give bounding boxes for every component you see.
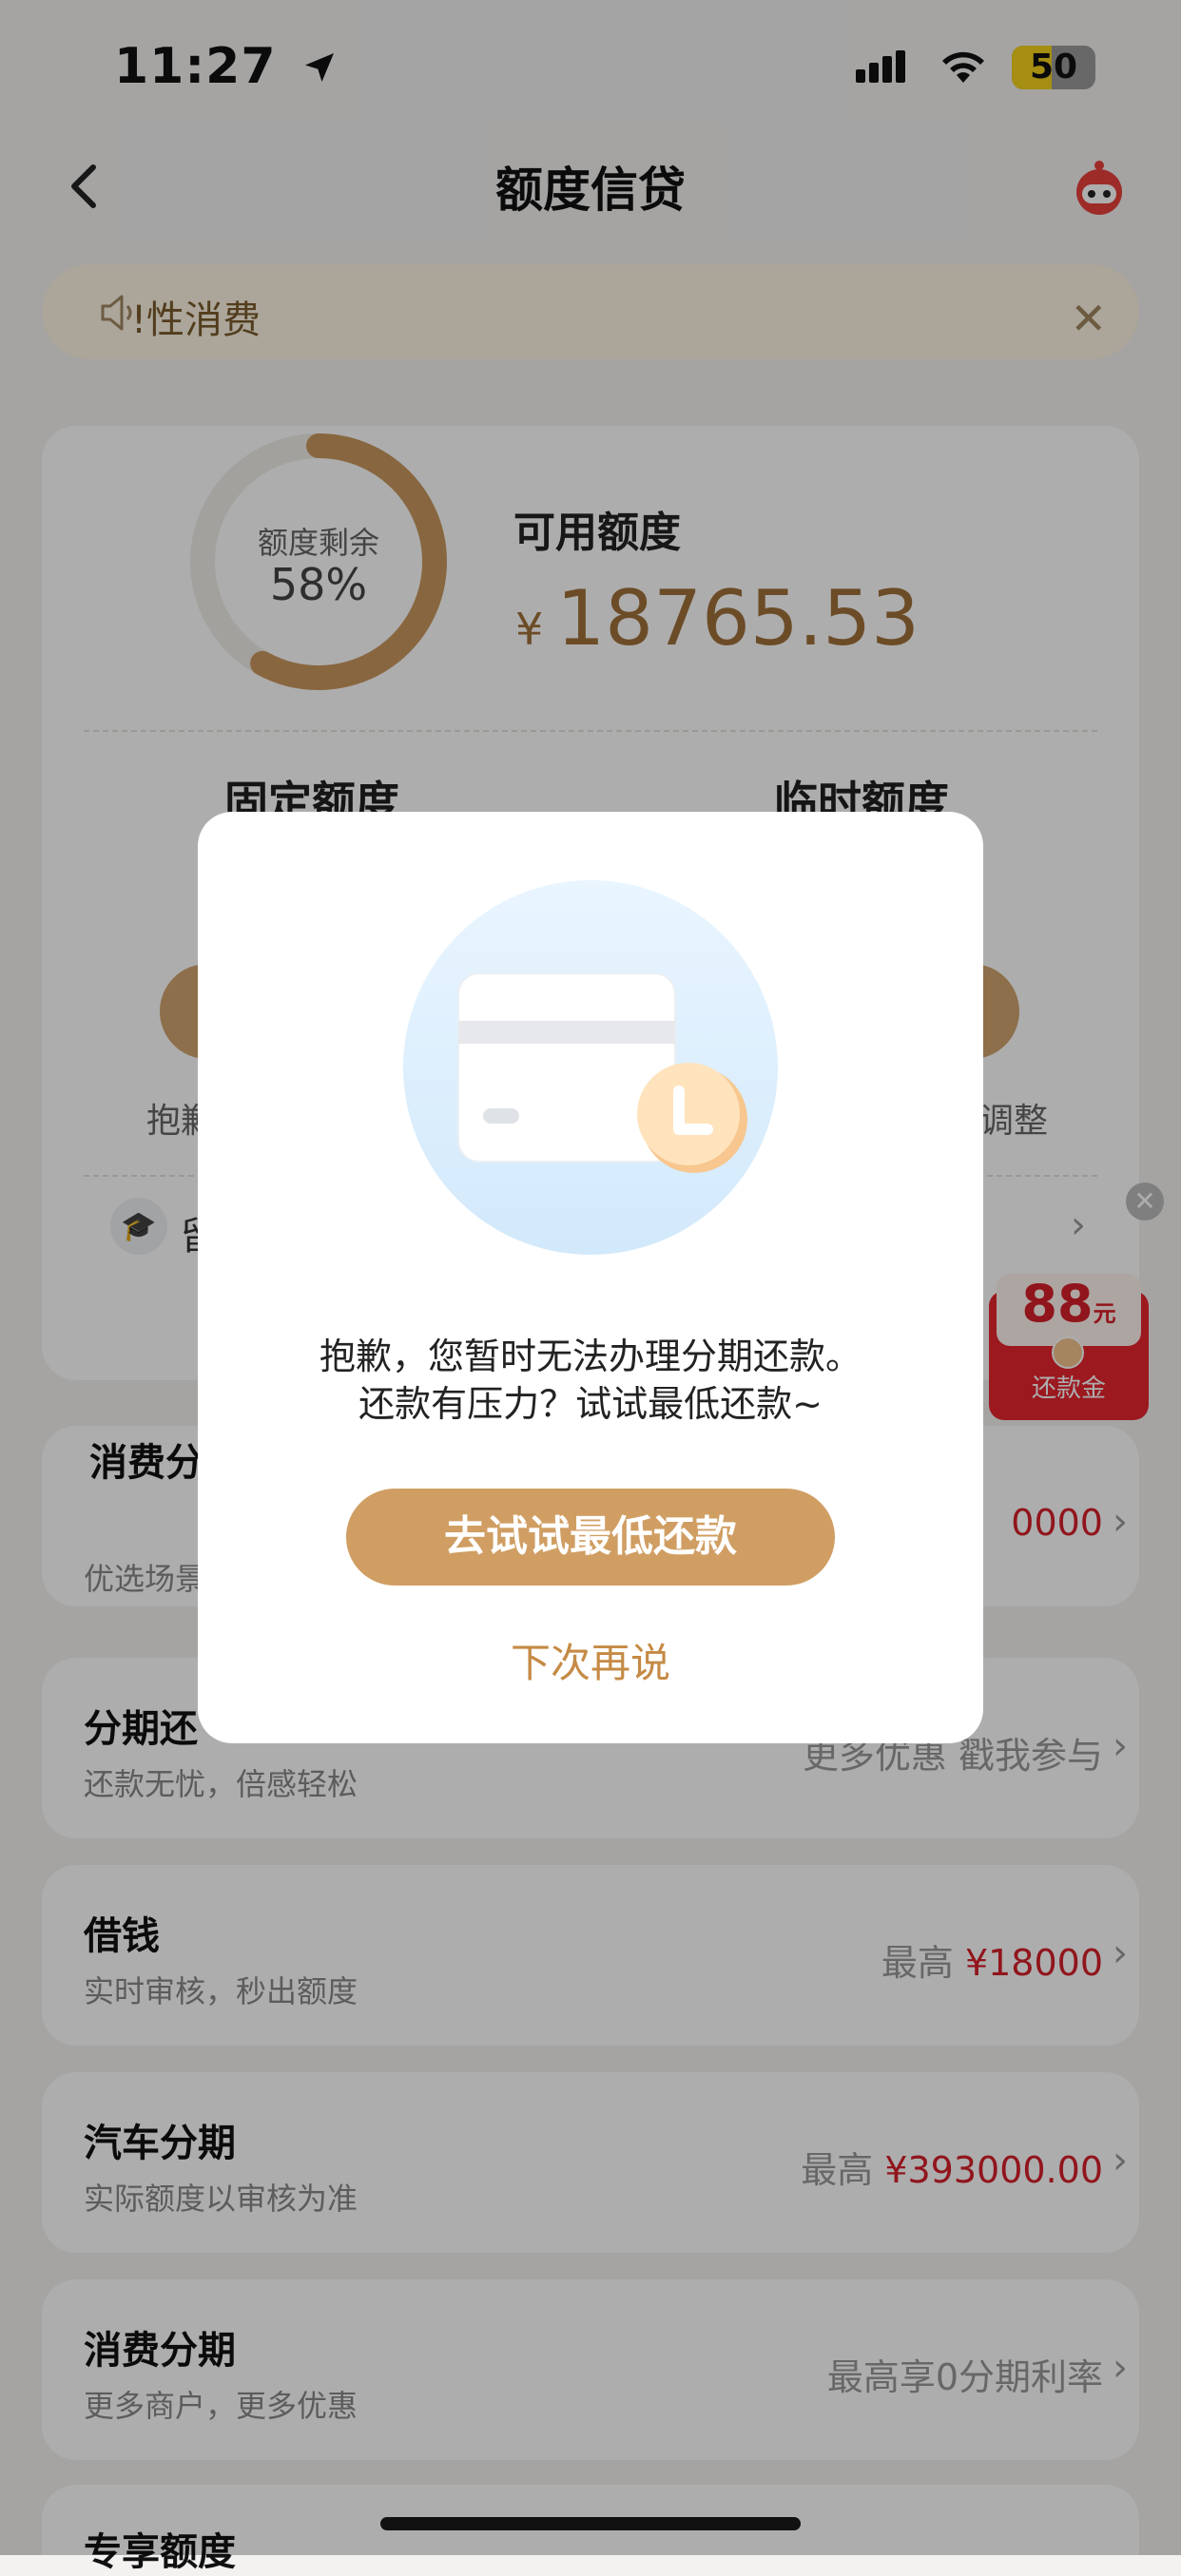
home-indicator[interactable] (380, 2517, 801, 2530)
later-button[interactable]: 下次再说 (198, 1631, 983, 1689)
credit-card-clock-icon (403, 880, 778, 1255)
try-minimum-repayment-button[interactable]: 去试试最低还款 (346, 1489, 835, 1586)
dialog-message-line1: 抱歉，您暂时无法办理分期还款。 (319, 1336, 862, 1377)
dialog-message-line2: 还款有压力？试试最低还款~ (358, 1383, 823, 1425)
